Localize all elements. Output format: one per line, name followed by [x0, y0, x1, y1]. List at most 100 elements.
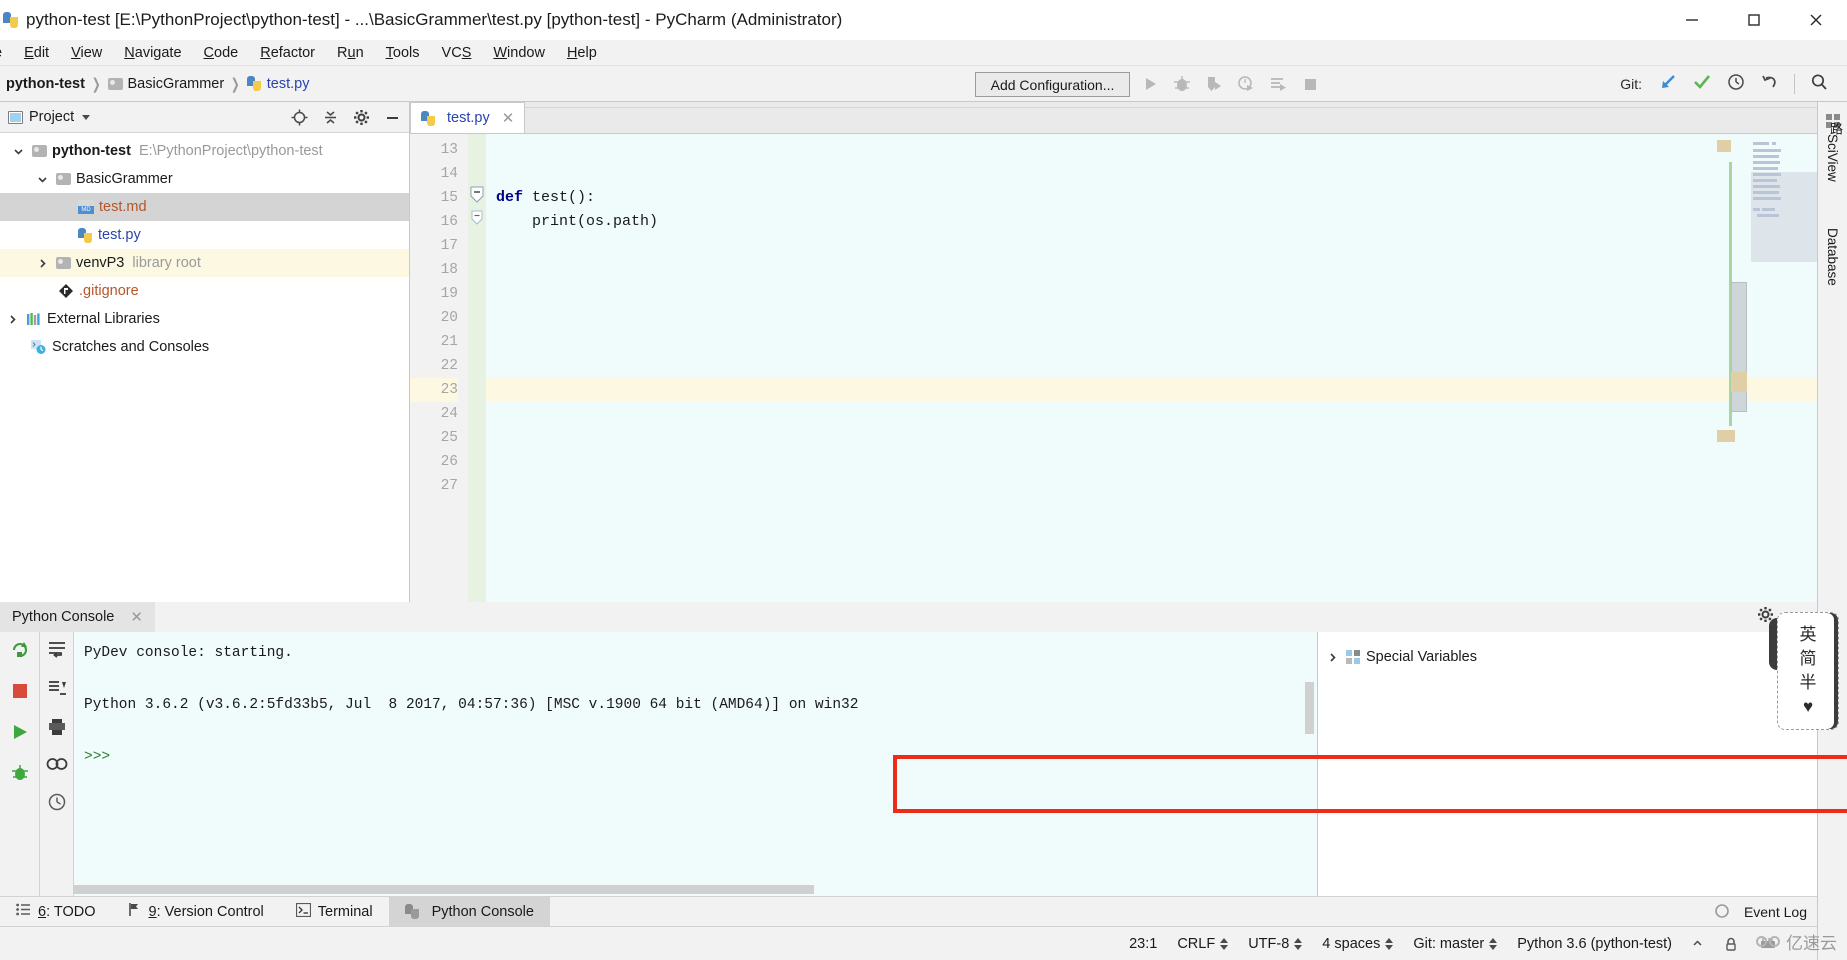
- status-caret-position[interactable]: 23:1: [1119, 936, 1167, 952]
- history-icon[interactable]: [1726, 72, 1746, 97]
- keyword-def: def: [496, 189, 524, 206]
- console-vertical-scrollbar[interactable]: [1305, 682, 1314, 734]
- run-icon[interactable]: [1140, 74, 1160, 94]
- ime-char-halfwidth[interactable]: 半: [1800, 673, 1817, 693]
- scroll-to-end-icon[interactable]: [47, 679, 67, 702]
- console-prompt: >>>: [84, 749, 111, 765]
- status-line-separator[interactable]: CRLF: [1167, 936, 1238, 952]
- tree-row-test-py[interactable]: test.py: [0, 221, 409, 249]
- stop-console-icon[interactable]: [10, 681, 30, 706]
- fold-marker-icon[interactable]: [471, 210, 483, 231]
- close-icon[interactable]: ✕: [130, 608, 143, 626]
- maximize-button[interactable]: [1723, 0, 1785, 40]
- bottom-tab-version-control[interactable]: 9: Version Control: [112, 897, 280, 927]
- update-project-icon[interactable]: [1658, 72, 1678, 97]
- close-icon[interactable]: ✕: [502, 109, 515, 127]
- python-file-icon: [421, 110, 436, 126]
- breadcrumb-item-folder[interactable]: BasicGrammer: [107, 76, 224, 92]
- close-button[interactable]: [1785, 0, 1847, 40]
- menu-item-vcs[interactable]: VCS: [431, 43, 483, 63]
- rerun-icon[interactable]: [10, 640, 30, 665]
- ime-char-english[interactable]: 英: [1800, 625, 1817, 645]
- chevron-right-icon[interactable]: [4, 314, 20, 325]
- console-output[interactable]: PyDev console: starting. Python 3.6.2 (v…: [74, 632, 1317, 896]
- menu-item-window[interactable]: Window: [482, 43, 556, 63]
- ime-floating-widget[interactable]: 英 简 半 ♥: [1777, 612, 1839, 730]
- tree-row-basicgrammer[interactable]: BasicGrammer: [0, 165, 409, 193]
- menu-item-navigate[interactable]: Navigate: [113, 43, 192, 63]
- tree-row-venvp3[interactable]: venvP3 library root: [0, 249, 409, 277]
- bottom-tab-terminal[interactable]: Terminal: [280, 897, 389, 927]
- tree-row-gitignore[interactable]: .gitignore: [0, 277, 409, 305]
- ime-heart-icon[interactable]: ♥: [1803, 697, 1813, 717]
- menu-label-window: indow: [507, 44, 545, 61]
- chevron-right-icon[interactable]: [34, 258, 50, 269]
- scratches-icon: [30, 339, 47, 355]
- minimize-button[interactable]: [1661, 0, 1723, 40]
- menu-item-view[interactable]: View: [60, 43, 113, 63]
- lock-icon[interactable]: [1713, 936, 1749, 952]
- debug-console-icon[interactable]: [10, 763, 30, 788]
- menu-item-tools[interactable]: Tools: [375, 43, 431, 63]
- tree-row-test-md[interactable]: test.md: [0, 193, 409, 221]
- settings-gear-icon[interactable]: [353, 109, 370, 126]
- status-indent[interactable]: 4 spaces: [1312, 936, 1403, 952]
- menu-item-edit[interactable]: Edit: [13, 43, 60, 63]
- hide-icon[interactable]: [384, 109, 401, 126]
- search-everywhere-icon[interactable]: [1809, 72, 1829, 97]
- folder-icon: [32, 145, 47, 157]
- menu-item-code[interactable]: Code: [193, 43, 250, 63]
- bottom-tab-python-console[interactable]: Python Console: [388, 896, 550, 927]
- chevron-down-icon[interactable]: [34, 174, 50, 185]
- commit-icon[interactable]: [1692, 72, 1712, 97]
- editor-fold-column[interactable]: [468, 134, 486, 602]
- status-python-interpreter-label: Python 3.6 (python-test): [1517, 935, 1672, 952]
- add-configuration-button[interactable]: Add Configuration...: [975, 72, 1130, 97]
- editor-minimap[interactable]: [1717, 134, 1817, 602]
- chevron-right-icon[interactable]: [1324, 652, 1340, 663]
- console-tab-python-console[interactable]: Python Console ✕: [0, 602, 155, 632]
- right-tab-sciview-label: SciView: [1825, 134, 1840, 182]
- status-git-branch[interactable]: Git: master: [1403, 936, 1507, 952]
- bottom-tab-todo[interactable]: 6: TODO: [0, 897, 112, 927]
- code-area[interactable]: def test(): print(os.path): [486, 134, 1817, 602]
- right-tab-database[interactable]: Database: [1825, 208, 1840, 286]
- debug-icon[interactable]: [1172, 74, 1192, 94]
- editor-gutter[interactable]: 13 14 15 16 17 18 19 20 21 22 23 24 25 2…: [410, 134, 468, 602]
- soft-wrap-icon[interactable]: [47, 640, 67, 663]
- tree-row-external-libraries[interactable]: External Libraries: [0, 305, 409, 333]
- console-horizontal-scrollbar[interactable]: [74, 885, 814, 894]
- fold-marker-icon[interactable]: [470, 186, 484, 209]
- caret-up-icon[interactable]: [1682, 938, 1713, 949]
- folder-icon: [107, 77, 123, 90]
- coverage-icon[interactable]: [1204, 74, 1224, 94]
- rollback-icon[interactable]: [1760, 72, 1780, 97]
- event-log-button[interactable]: Event Log: [1714, 897, 1807, 927]
- chevron-down-icon[interactable]: [82, 114, 91, 120]
- menu-item-refactor[interactable]: Refactor: [249, 43, 326, 63]
- status-file-encoding[interactable]: UTF-8: [1238, 936, 1312, 952]
- print-icon[interactable]: [47, 718, 67, 741]
- ime-char-simplified[interactable]: 简: [1800, 649, 1817, 669]
- menu-label-refactor: efactor: [270, 44, 316, 61]
- menu-item-file[interactable]: e: [0, 43, 13, 63]
- editor-tab-test-py[interactable]: test.py ✕: [410, 102, 526, 133]
- tree-row-python-test[interactable]: python-test E:\PythonProject\python-test: [0, 137, 409, 165]
- menu-item-help[interactable]: Help: [556, 43, 608, 63]
- stop-icon[interactable]: [1300, 74, 1320, 94]
- bottom-tab-todo-number: 6: [38, 903, 47, 920]
- collapse-all-icon[interactable]: [322, 109, 339, 126]
- show-variables-icon[interactable]: [46, 757, 68, 776]
- tree-row-scratches-and-consoles[interactable]: Scratches and Consoles: [0, 333, 409, 361]
- run-with-console-icon[interactable]: [1268, 74, 1288, 94]
- locate-icon[interactable]: [291, 109, 308, 126]
- breadcrumb-item-file[interactable]: test.py: [246, 76, 310, 92]
- status-python-interpreter[interactable]: Python 3.6 (python-test): [1507, 936, 1682, 952]
- menu-item-run[interactable]: Run: [326, 43, 375, 63]
- profile-icon[interactable]: [1236, 74, 1256, 94]
- breadcrumb-item-project[interactable]: python-test: [6, 76, 85, 92]
- chevron-down-icon[interactable]: [10, 146, 26, 157]
- console-history-icon[interactable]: [47, 792, 67, 817]
- execute-icon[interactable]: [10, 722, 30, 747]
- variables-row-special-variables[interactable]: Special Variables: [1318, 644, 1817, 670]
